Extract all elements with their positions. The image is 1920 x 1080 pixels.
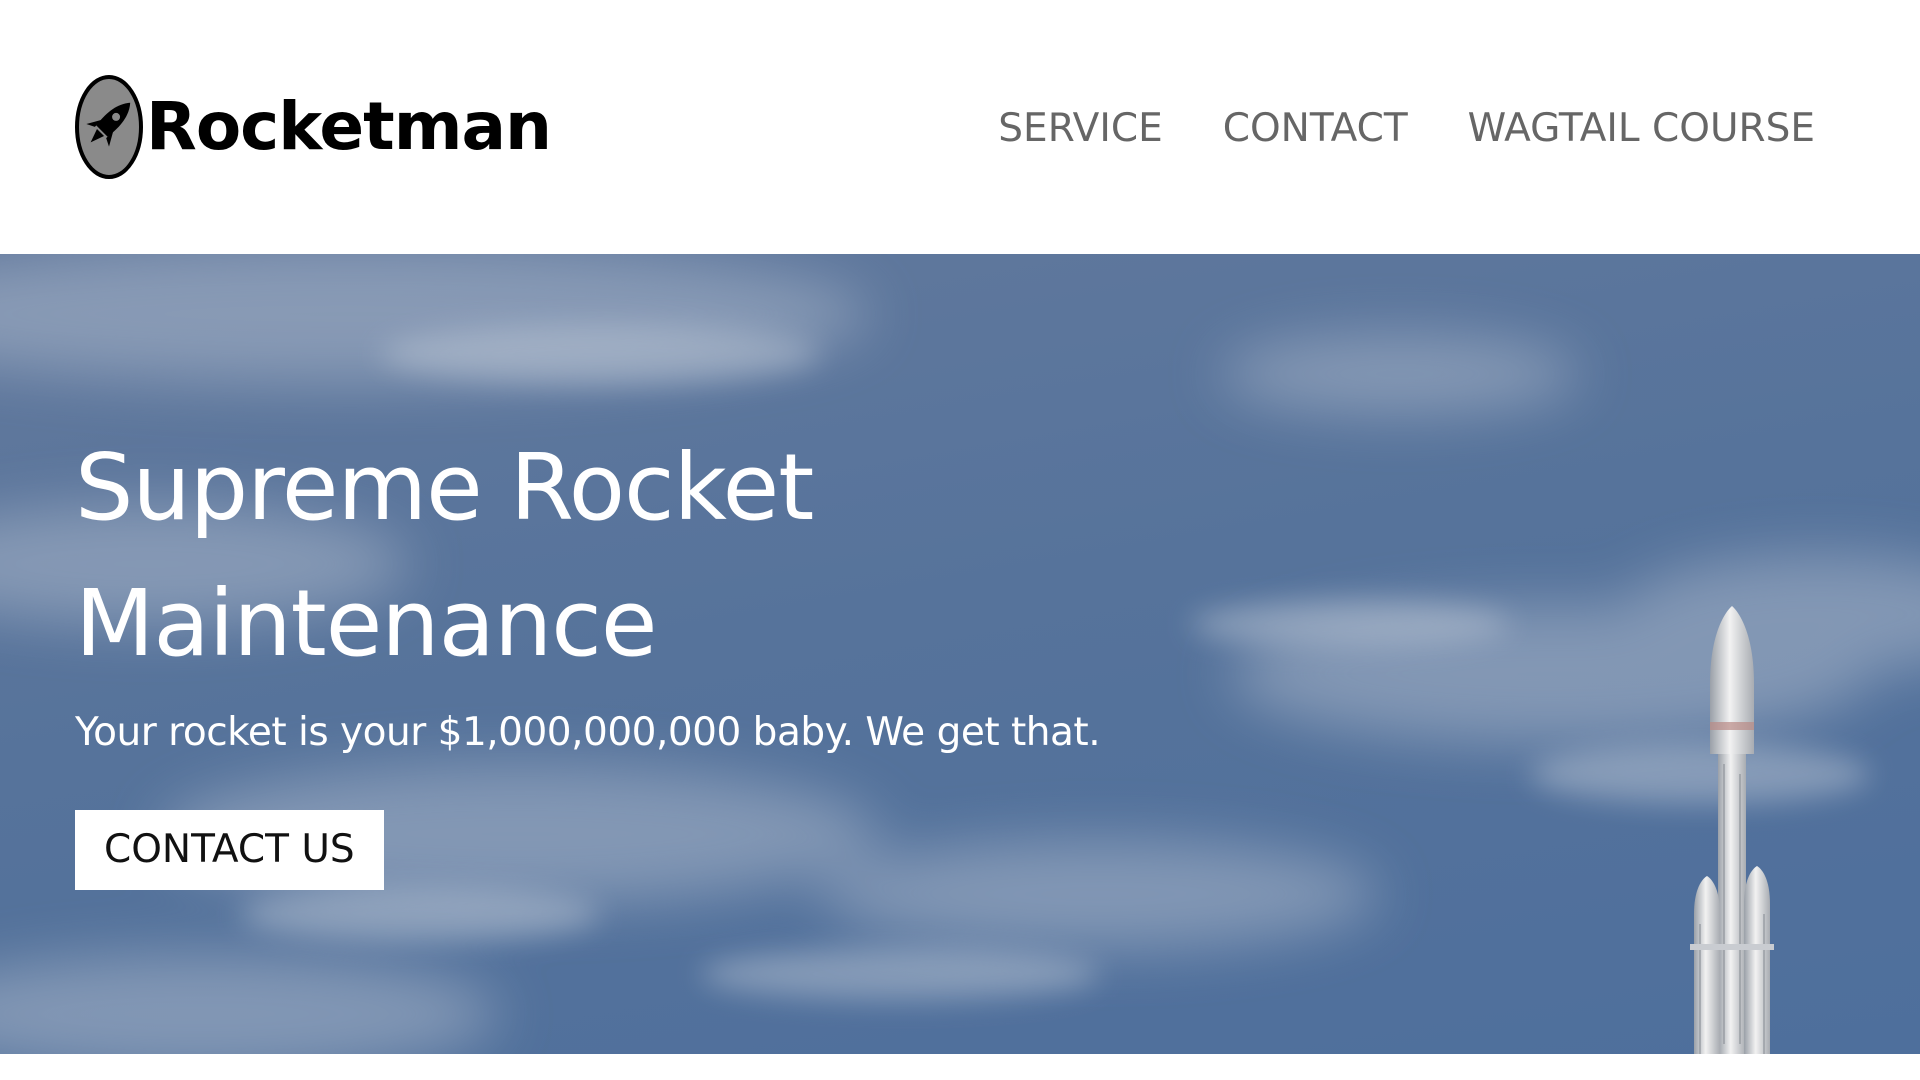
nav-link-wagtail-course[interactable]: WAGTAIL COURSE [1468, 104, 1815, 154]
main-nav: SERVICE CONTACT WAGTAIL COURSE [938, 104, 1815, 154]
contact-us-button[interactable]: CONTACT US [75, 810, 384, 890]
hero-subtitle: Your rocket is your $1,000,000,000 baby.… [75, 710, 1101, 755]
nav-link-service[interactable]: SERVICE [998, 104, 1162, 154]
hero-title: Supreme Rocket Maintenance [75, 434, 814, 677]
rocket-icon [75, 75, 143, 179]
rocket-image [1690, 606, 1774, 1054]
hero-banner: Supreme Rocket Maintenance Your rocket i… [0, 254, 1920, 1054]
site-header: Rocketman SERVICE CONTACT WAGTAIL COURSE [0, 0, 1920, 254]
nav-link-contact[interactable]: CONTACT [1223, 104, 1408, 154]
brand-name: Rocketman [146, 88, 552, 165]
hero-content: Supreme Rocket Maintenance Your rocket i… [75, 420, 1101, 890]
brand-home-link[interactable]: Rocketman [74, 74, 552, 180]
